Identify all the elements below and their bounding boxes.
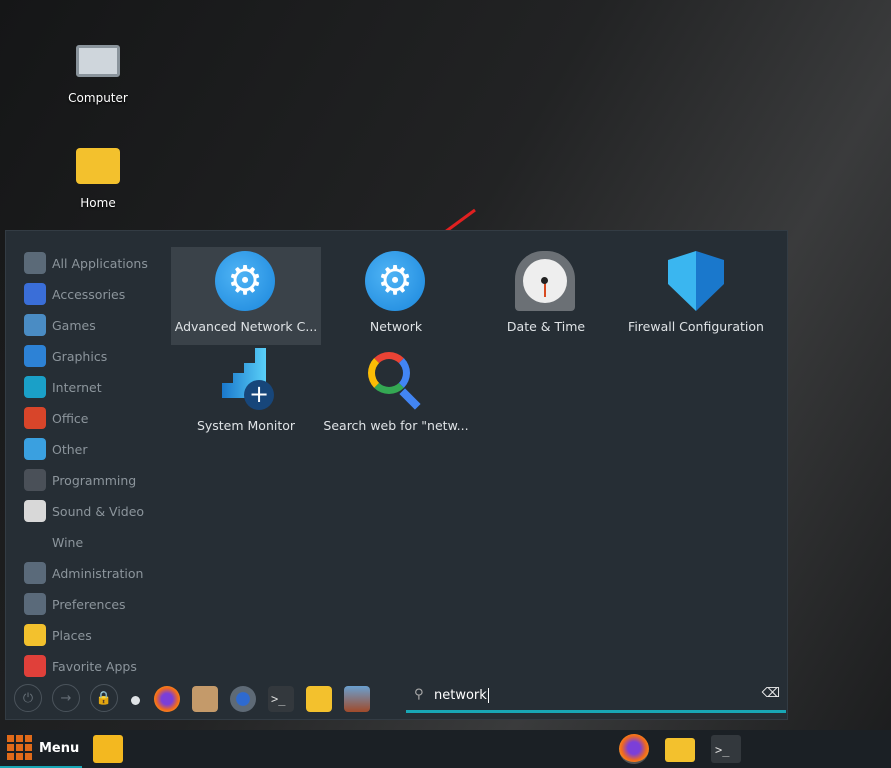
app-result-network-settings[interactable]: ⚙ Advanced Network C...	[171, 247, 321, 345]
category-wine[interactable]: Wine	[24, 530, 83, 554]
category-label: Administration	[52, 565, 144, 581]
category-all-applications[interactable]: All Applications	[24, 251, 148, 275]
category-label: Programming	[52, 472, 137, 488]
places-folder-icon	[24, 624, 46, 646]
app-result-network[interactable]: ⚙ Network	[321, 247, 471, 345]
clear-backspace-icon[interactable]: ⌫	[762, 686, 780, 701]
app-label: Network	[369, 319, 423, 334]
power-icon[interactable]: ⏻	[14, 684, 42, 712]
desktop-icon-home[interactable]: Home	[48, 148, 148, 210]
graphics-icon	[24, 345, 46, 367]
search-icon: ⚲	[414, 687, 424, 702]
programming-icon	[24, 469, 46, 491]
home-folder-icon	[76, 148, 120, 184]
terminal-taskbar-icon[interactable]: >_	[711, 735, 741, 763]
image-viewer-icon[interactable]	[344, 686, 370, 712]
category-office[interactable]: Office	[24, 406, 89, 430]
category-places[interactable]: Places	[24, 623, 92, 647]
category-label: Internet	[52, 379, 102, 395]
app-label: Advanced Network C...	[174, 319, 318, 334]
app-label: Firewall Configuration	[628, 319, 764, 334]
accessories-icon	[24, 283, 46, 305]
computer-icon	[76, 45, 120, 77]
clock-icon	[515, 251, 577, 313]
category-label: Accessories	[52, 286, 126, 302]
firewall-shield-icon	[665, 251, 727, 313]
logout-icon[interactable]: →	[52, 684, 80, 712]
network-settings-icon: ⚙	[215, 251, 277, 313]
application-menu: All Applications Accessories Games Graphics…	[5, 230, 788, 720]
wine-icon	[24, 531, 46, 553]
app-label: System Monitor	[196, 418, 296, 433]
archive-manager-icon[interactable]	[192, 686, 218, 712]
separator-dot	[131, 696, 140, 705]
category-label: Preferences	[52, 596, 126, 612]
folder-taskbar-icon[interactable]	[665, 738, 695, 762]
search-field[interactable]: ⚲ network ⌫	[406, 681, 786, 713]
network-icon: ⚙	[365, 251, 427, 313]
category-other[interactable]: Other	[24, 437, 88, 461]
category-label: Other	[52, 441, 88, 457]
firefox-icon[interactable]	[154, 686, 180, 712]
app-result-system-monitor[interactable]: + System Monitor	[171, 346, 321, 444]
app-label: Date & Time	[506, 319, 586, 334]
files-taskbar-icon[interactable]	[93, 735, 123, 763]
app-label: Search web for "netw...	[323, 418, 469, 433]
category-preferences[interactable]: Preferences	[24, 592, 126, 616]
menu-grid-icon	[7, 735, 33, 761]
internet-icon	[24, 376, 46, 398]
category-label: Wine	[52, 534, 84, 550]
category-label: Sound & Video	[52, 503, 145, 519]
category-label: All Applications	[52, 255, 148, 271]
settings-icon[interactable]	[230, 686, 256, 712]
category-sound-video[interactable]: Sound & Video	[24, 499, 144, 523]
app-result-firewall-shield[interactable]: Firewall Configuration	[621, 247, 771, 345]
category-graphics[interactable]: Graphics	[24, 344, 107, 368]
office-icon	[24, 407, 46, 429]
category-games[interactable]: Games	[24, 313, 96, 337]
category-label: Places	[52, 627, 92, 643]
desktop-icon-label: Computer	[68, 91, 128, 105]
sound-video-icon	[24, 500, 46, 522]
files-folder-icon[interactable]	[306, 686, 332, 712]
category-internet[interactable]: Internet	[24, 375, 102, 399]
terminal-icon[interactable]: >_	[268, 686, 294, 712]
lock-icon[interactable]: 🔒	[90, 684, 118, 712]
taskbar: Menu >_	[0, 730, 891, 768]
category-programming[interactable]: Programming	[24, 468, 136, 492]
firefox-taskbar-icon[interactable]	[619, 734, 649, 764]
menu-button[interactable]: Menu	[0, 730, 82, 768]
category-label: Favorite Apps	[52, 658, 137, 674]
all-applications-icon	[24, 252, 46, 274]
search-input[interactable]: network	[434, 688, 489, 703]
category-label: Office	[52, 410, 89, 426]
administration-icon	[24, 562, 46, 584]
category-administration[interactable]: Administration	[24, 561, 143, 585]
preferences-icon	[24, 593, 46, 615]
category-label: Graphics	[52, 348, 108, 364]
desktop-icon-label: Home	[80, 196, 116, 210]
desktop-icon-computer[interactable]: Computer	[48, 45, 148, 105]
games-icon	[24, 314, 46, 336]
menu-label: Menu	[39, 740, 80, 756]
app-result-clock[interactable]: Date & Time	[471, 247, 621, 345]
web-search-icon	[365, 350, 427, 412]
category-label: Games	[52, 317, 96, 333]
other-icon	[24, 438, 46, 460]
heart-icon	[24, 655, 46, 677]
app-result-web-search[interactable]: Search web for "netw...	[321, 346, 471, 444]
system-monitor-icon: +	[215, 348, 277, 412]
category-accessories[interactable]: Accessories	[24, 282, 125, 306]
category-favorite-apps[interactable]: Favorite Apps	[24, 654, 137, 678]
